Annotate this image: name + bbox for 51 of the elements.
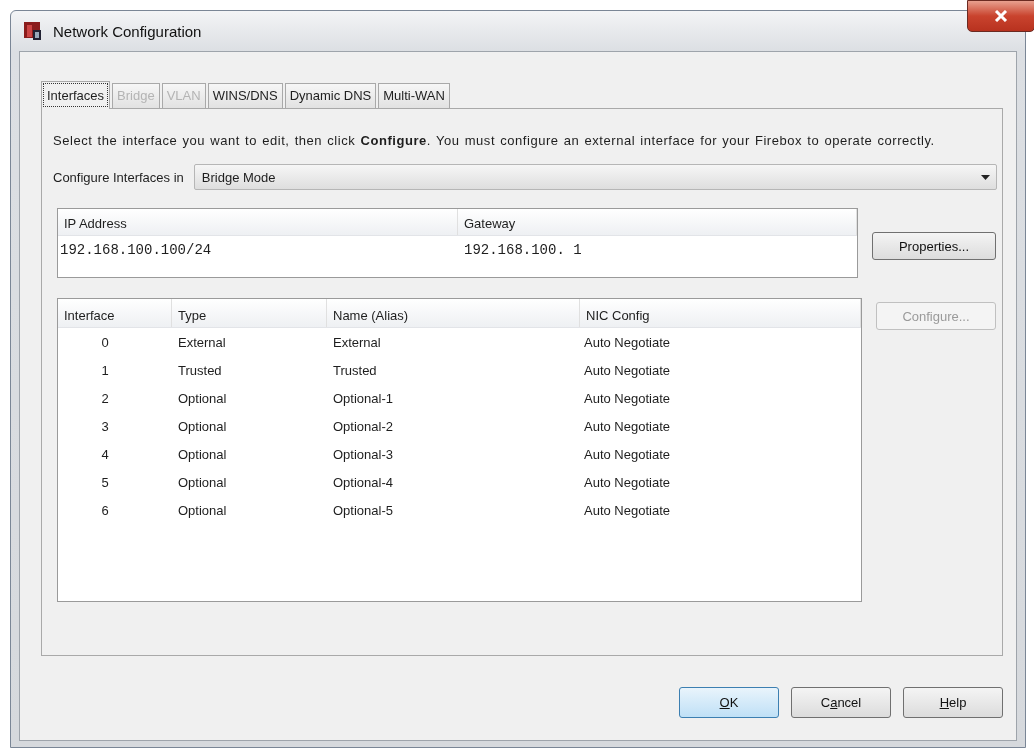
table-cell-text: External: [332, 334, 382, 350]
table-cell-text: Optional-4: [332, 474, 394, 490]
table-cell-text: Optional-3: [332, 446, 394, 462]
table-cell-text: 5: [100, 474, 110, 490]
table-cell-text: Optional: [177, 390, 228, 406]
dialog-button[interactable]: Cancel: [791, 687, 891, 718]
table-cell-text: Trusted: [177, 362, 223, 378]
table-cell-text: 1: [100, 362, 110, 378]
table-cell-text: 192.168.100.100/24: [59, 242, 213, 258]
tab[interactable]: Interfaces: [41, 81, 111, 109]
mode-dropdown[interactable]: Bridge Mode: [193, 164, 997, 190]
table-cell-text: Optional: [177, 446, 228, 462]
table-cell-text: Optional: [177, 474, 228, 490]
close-icon: [994, 10, 1008, 22]
table-cell-text: Optional-1: [332, 390, 394, 406]
column-header[interactable]: Name (Alias): [327, 299, 580, 327]
table-cell-text: Optional-5: [332, 502, 394, 518]
dialog-button[interactable]: Help: [903, 687, 1003, 718]
description-text: Select the interface you want to edit, then click Configure. You must configure an external interface for your Firebox to operate correctly.: [53, 132, 936, 150]
tab[interactable]: WINS/DNS: [207, 83, 283, 108]
table-cell-text: Auto Negotiate: [583, 390, 671, 406]
table-cell-text: 4: [100, 446, 110, 462]
table-cell-text: 3: [100, 418, 110, 434]
properties-button[interactable]: Properties...: [872, 232, 996, 260]
tab[interactable]: Multi-WAN: [378, 83, 450, 108]
column-header[interactable]: IP Address: [58, 209, 458, 235]
caret-icon: [981, 174, 990, 180]
window-title: Network Configuration: [53, 22, 202, 40]
column-header[interactable]: Interface: [58, 299, 172, 327]
table-cell-text: Trusted: [332, 362, 378, 378]
table-cell-text: 192.168.100. 1: [463, 242, 583, 258]
tab[interactable]: Dynamic DNS: [284, 83, 377, 108]
table-cell-text: Auto Negotiate: [583, 446, 671, 462]
table-cell-text: External: [177, 334, 227, 350]
column-header[interactable]: NIC Config: [580, 299, 861, 327]
close-button[interactable]: [967, 0, 1034, 32]
table-cell-text: Optional-2: [332, 418, 394, 434]
table-cell-text: 2: [100, 390, 110, 406]
table-cell-text: Auto Negotiate: [583, 418, 671, 434]
table-cell-text: Auto Negotiate: [583, 334, 671, 350]
dialog-button[interactable]: OK: [679, 687, 779, 718]
column-header[interactable]: Type: [172, 299, 327, 327]
table-cell-text: Optional: [177, 418, 228, 434]
mode-label: Configure Interfaces in: [53, 169, 184, 185]
table-cell-text: 6: [100, 502, 110, 518]
table-cell-text: Auto Negotiate: [583, 502, 671, 518]
table-cell-text: Auto Negotiate: [583, 474, 671, 490]
column-header[interactable]: Gateway: [458, 209, 857, 235]
table-cell-text: 0: [100, 334, 110, 350]
table-cell-text: Optional: [177, 502, 228, 518]
table-cell-text: Auto Negotiate: [583, 362, 671, 378]
